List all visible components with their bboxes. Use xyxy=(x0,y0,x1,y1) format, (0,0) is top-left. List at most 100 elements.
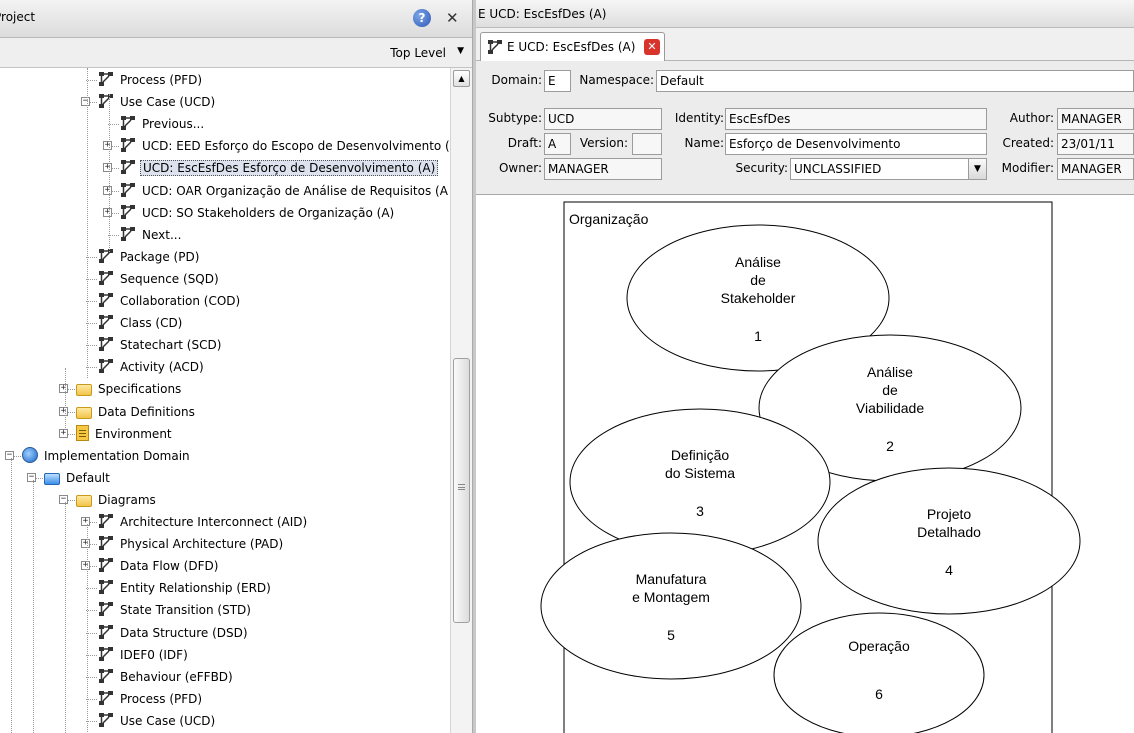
created-label: Created: xyxy=(1002,136,1054,150)
tree-item[interactable]: Use Case (UCD) xyxy=(98,710,217,732)
tree-item[interactable]: Architecture Interconnect (AID) xyxy=(98,511,309,533)
tree-scrollbar[interactable]: ▲ xyxy=(450,68,472,733)
properties-pane: Domain: E Namespace: Default Subtype: UC… xyxy=(476,61,1134,195)
diagram-canvas[interactable]: Organização Análise de Stakeholder 1 Análise… xyxy=(476,195,1134,733)
tree-item[interactable]: UCD: EscEsfDes Esforço de Desenvolviment… xyxy=(120,157,439,179)
tree-item[interactable]: Specifications xyxy=(76,378,183,400)
chevron-down-icon[interactable]: ▼ xyxy=(968,159,986,179)
tree-item[interactable]: Data Structure (DSD) xyxy=(98,622,250,644)
expand-icon[interactable]: + xyxy=(103,207,112,217)
tree-item[interactable]: Activity (ACD) xyxy=(98,356,206,378)
collapse-icon[interactable]: − xyxy=(59,494,68,504)
folder-open-icon xyxy=(44,472,60,485)
expand-icon[interactable]: + xyxy=(81,561,90,571)
tree-item[interactable]: UCD: OAR Organização de Análise de Requi… xyxy=(120,180,450,202)
diagram-icon xyxy=(98,292,114,308)
tree-item[interactable]: Process (PFD) xyxy=(98,688,204,710)
diagram-icon xyxy=(98,646,114,662)
tab-close-icon[interactable]: ✕ xyxy=(644,39,660,55)
help-icon[interactable]: ? xyxy=(413,9,431,27)
tree-item-label: UCD: SO Stakeholders de Organização (A) xyxy=(142,205,395,220)
owner-label: Owner: xyxy=(498,161,542,175)
system-boundary-label: Organização xyxy=(569,211,649,227)
domain-field[interactable]: E xyxy=(544,70,571,92)
tree-item[interactable]: IDEF0 (IDF) xyxy=(98,644,190,666)
tree-item[interactable]: UCD: EED Esforço do Escopo de Desenvolvi… xyxy=(120,135,450,157)
tree-item[interactable]: Class (CD) xyxy=(98,312,184,334)
use-case-ellipse[interactable] xyxy=(773,612,985,733)
collapse-icon[interactable]: − xyxy=(5,450,14,460)
use-case[interactable]: Operação 6 xyxy=(773,612,985,733)
scrollbar-thumb[interactable] xyxy=(453,358,470,623)
name-label: Name: xyxy=(684,136,724,150)
diagram-icon xyxy=(98,690,114,706)
use-case[interactable]: Projeto Detalhado 4 xyxy=(817,467,1081,615)
tree-item[interactable]: Entity Relationship (ERD) xyxy=(98,577,273,599)
scroll-up-button[interactable]: ▲ xyxy=(453,70,470,87)
diagram-icon xyxy=(98,336,114,352)
close-icon[interactable]: ✕ xyxy=(446,9,459,27)
version-label: Version: xyxy=(579,136,628,150)
tree-item[interactable]: Implementation Domain xyxy=(22,445,192,467)
chevron-down-icon[interactable]: ▼ xyxy=(457,46,464,56)
tree-item[interactable]: Environment xyxy=(76,423,174,445)
tree-item[interactable]: Process (PFD) xyxy=(98,69,204,91)
tree-item[interactable]: Next... xyxy=(120,224,183,246)
use-case[interactable]: Definição do Sistema 3 xyxy=(569,408,831,556)
version-field xyxy=(632,133,662,155)
tree-item[interactable]: Use Case (UCD) xyxy=(98,91,217,113)
diagram-icon xyxy=(98,557,114,573)
tree-item[interactable]: State Transition (STD) xyxy=(98,599,253,621)
diagram-icon xyxy=(120,226,136,242)
diagram-icon xyxy=(98,314,114,330)
tree-item-label: Package (PD) xyxy=(120,249,200,264)
diagram-icon xyxy=(120,182,136,198)
tree-item-label: Sequence (SQD) xyxy=(120,271,219,286)
use-case-ellipse[interactable] xyxy=(569,408,831,556)
diagram-icon xyxy=(120,115,136,131)
use-case-ellipse[interactable] xyxy=(540,532,802,680)
expand-icon[interactable]: + xyxy=(59,406,68,416)
expand-icon[interactable]: + xyxy=(59,384,68,394)
expand-icon[interactable]: + xyxy=(59,428,68,438)
expand-icon[interactable]: + xyxy=(103,185,112,195)
grip-icon xyxy=(458,484,465,490)
tab-escesfdes[interactable]: E UCD: EscEsfDes (A) ✕ xyxy=(480,32,665,61)
tree-item-label: Architecture Interconnect (AID) xyxy=(120,515,308,529)
tree-item[interactable]: Default xyxy=(44,467,112,489)
tree-item[interactable]: Diagrams xyxy=(76,489,158,511)
namespace-field[interactable]: Default xyxy=(656,70,1134,92)
collapse-icon[interactable]: − xyxy=(81,97,90,107)
tree-item-label: IDEF0 (IDF) xyxy=(120,647,188,662)
identity-field: EscEsfDes xyxy=(725,108,987,130)
tree-item[interactable]: Collaboration (COD) xyxy=(98,290,242,312)
tree-item[interactable]: UCD: SO Stakeholders de Organização (A) xyxy=(120,202,396,224)
tree-item[interactable]: Sequence (SQD) xyxy=(98,268,221,290)
tree-item-label: Data Structure (DSD) xyxy=(120,625,248,640)
diagram-editor: E UCD: EscEsfDes (A) E UCD: EscEsfDes (A… xyxy=(476,0,1134,733)
collapse-icon[interactable]: − xyxy=(27,472,36,482)
top-level-dropdown[interactable]: Top Level xyxy=(390,46,446,60)
expand-icon[interactable]: + xyxy=(81,539,90,549)
name-field[interactable]: Esforço de Desenvolvimento xyxy=(725,133,987,155)
tab-strip: E UCD: EscEsfDes (A) ✕ xyxy=(476,28,1134,61)
expand-icon[interactable]: + xyxy=(103,141,112,151)
use-case-name: Detalhado xyxy=(917,524,981,540)
tree-item[interactable]: Previous... xyxy=(120,113,206,135)
use-case-ellipse[interactable] xyxy=(817,467,1081,615)
tree-connector xyxy=(65,368,66,428)
tree-item[interactable]: Data Flow (DFD) xyxy=(98,555,220,577)
tree-item[interactable]: Statechart (SCD) xyxy=(98,334,223,356)
editor-title: E UCD: EscEsfDes (A) xyxy=(478,7,607,21)
use-case-number: 1 xyxy=(754,328,762,344)
expand-icon[interactable]: + xyxy=(103,163,112,173)
expand-icon[interactable]: + xyxy=(81,517,90,526)
use-case-name: Manufatura xyxy=(636,571,707,587)
security-select[interactable]: UNCLASSIFIED ▼ xyxy=(790,158,987,180)
tree-item[interactable]: Behaviour (eFFBD) xyxy=(98,666,235,688)
use-case-number: 4 xyxy=(945,562,953,578)
tree-item[interactable]: Package (PD) xyxy=(98,246,201,268)
tree-item[interactable]: Physical Architecture (PAD) xyxy=(98,533,285,555)
use-case[interactable]: Manufatura e Montagem 5 xyxy=(540,532,802,680)
tree-item[interactable]: Data Definitions xyxy=(76,401,197,423)
